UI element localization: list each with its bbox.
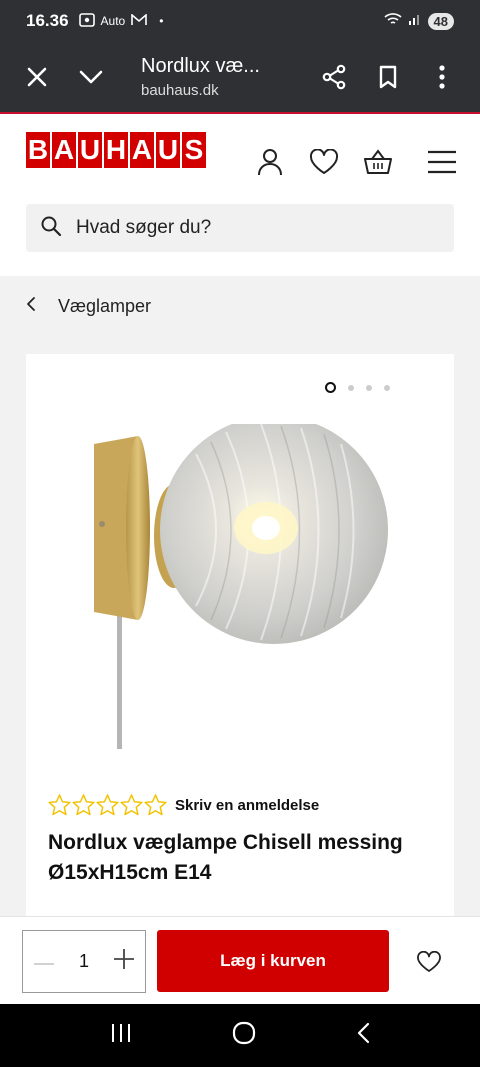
logo-letter: U xyxy=(156,132,180,168)
close-icon[interactable] xyxy=(17,57,57,97)
product-image[interactable] xyxy=(86,416,406,754)
header-actions xyxy=(252,144,460,180)
breadcrumb[interactable]: Væglamper xyxy=(26,296,151,317)
wishlist-heart-icon[interactable] xyxy=(412,945,446,979)
search-input[interactable]: Hvad søger du? xyxy=(26,204,454,252)
star-icon xyxy=(72,794,95,816)
back-icon[interactable] xyxy=(356,1022,370,1049)
site-header: B A U H A U S Hvad søger du? xyxy=(0,114,480,276)
user-icon[interactable] xyxy=(252,144,288,180)
browser-toolbar: Nordlux væ... bauhaus.dk xyxy=(0,42,480,112)
browser-page-title: Nordlux væ... xyxy=(141,55,260,77)
browser-url: bauhaus.dk xyxy=(141,82,219,99)
plus-icon[interactable] xyxy=(113,948,135,975)
rating-stars xyxy=(48,794,167,816)
carousel-dot[interactable] xyxy=(384,384,390,391)
battery-indicator: 48 xyxy=(427,12,454,30)
carousel-dot[interactable] xyxy=(366,384,372,391)
menu-icon[interactable] xyxy=(424,144,460,180)
share-icon[interactable] xyxy=(314,57,354,97)
purchase-bar: 1 Læg i kurven xyxy=(0,916,480,1004)
logo-letter: A xyxy=(130,132,154,168)
carousel-dot[interactable] xyxy=(348,384,354,391)
logo-letter: H xyxy=(104,132,128,168)
status-time: 16.36 xyxy=(26,11,69,30)
auto-label: Auto xyxy=(100,14,126,28)
bookmark-icon[interactable] xyxy=(368,57,408,97)
star-icon xyxy=(96,794,119,816)
product-title: Nordlux væglampe Chisell messing Ø15xH15… xyxy=(48,831,403,884)
logo-letter: A xyxy=(52,132,76,168)
bauhaus-logo[interactable]: B A U H A U S xyxy=(26,132,206,168)
screen-record-icon xyxy=(78,12,95,30)
dot-icon: • xyxy=(159,14,164,28)
heart-icon[interactable] xyxy=(306,144,342,180)
image-carousel-dots[interactable] xyxy=(325,382,390,393)
home-icon[interactable] xyxy=(232,1021,256,1050)
write-review-link[interactable]: Skriv en anmeldelse xyxy=(175,797,319,814)
quantity-value[interactable]: 1 xyxy=(79,951,89,972)
signal-icon xyxy=(408,11,422,31)
recent-apps-icon[interactable] xyxy=(110,1022,132,1049)
breadcrumb-label: Væglamper xyxy=(58,296,152,316)
more-icon[interactable] xyxy=(422,57,462,97)
product-rating[interactable]: Skriv en anmeldelse xyxy=(48,794,319,816)
star-icon xyxy=(144,794,167,816)
gmail-icon xyxy=(131,12,148,29)
quantity-stepper: 1 xyxy=(22,930,146,993)
status-system-icons: 48 xyxy=(383,11,454,31)
search-placeholder: Hvad søger du? xyxy=(76,217,212,238)
logo-letter: S xyxy=(182,132,206,168)
system-navigation-bar xyxy=(0,1004,480,1067)
add-to-cart-button[interactable]: Læg i kurven xyxy=(157,930,389,992)
search-icon xyxy=(40,215,62,242)
browser-title-block[interactable]: Nordlux væ... bauhaus.dk xyxy=(141,55,314,99)
basket-icon[interactable] xyxy=(360,144,396,180)
status-notification-icons: Auto • xyxy=(78,12,164,30)
star-icon xyxy=(120,794,143,816)
product-card: Skriv en anmeldelse Nordlux væglampe Chi… xyxy=(26,354,454,924)
wifi-icon xyxy=(383,11,402,31)
chevron-down-icon[interactable] xyxy=(71,57,111,97)
minus-icon[interactable] xyxy=(33,953,55,971)
chevron-left-icon xyxy=(26,296,36,317)
logo-letter: B xyxy=(26,132,50,168)
star-icon xyxy=(48,794,71,816)
status-bar: 16.36 Auto • 48 xyxy=(0,0,480,42)
logo-letter: U xyxy=(78,132,102,168)
carousel-dot-active[interactable] xyxy=(325,382,336,393)
